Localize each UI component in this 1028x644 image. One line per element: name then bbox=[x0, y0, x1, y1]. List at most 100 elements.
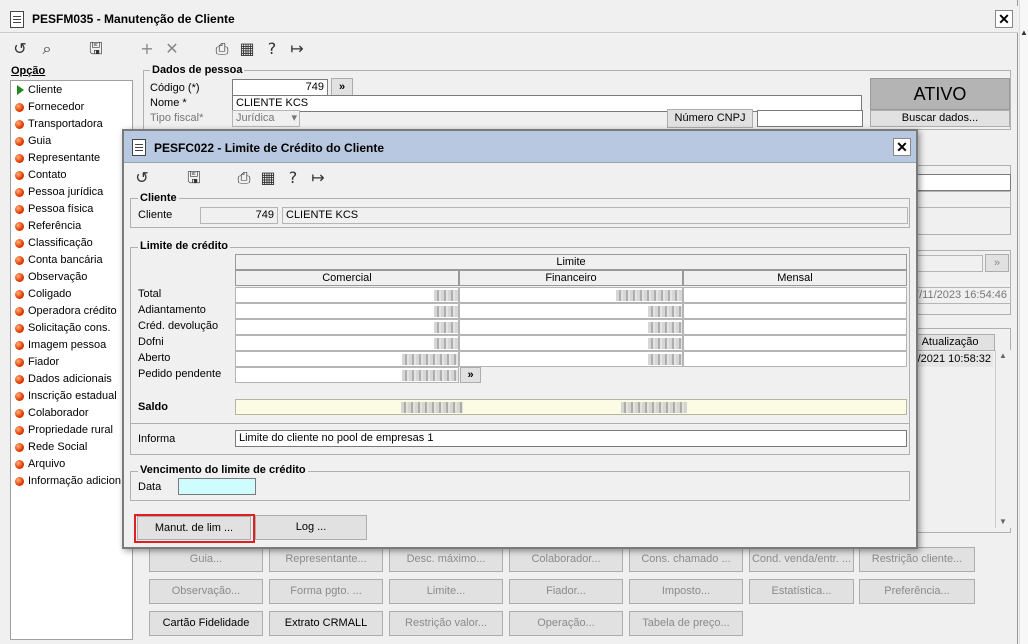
limit-cell bbox=[683, 303, 907, 319]
main-close-button[interactable]: ✕ bbox=[995, 10, 1013, 28]
bullet-icon bbox=[15, 290, 24, 299]
option-item[interactable]: Coligado bbox=[11, 286, 132, 303]
option-item[interactable]: Rede Social bbox=[11, 439, 132, 456]
codigo-lookup-button[interactable]: » bbox=[331, 78, 353, 96]
log-button[interactable]: Log ... bbox=[255, 515, 367, 540]
bottom-button[interactable]: Limite... bbox=[389, 579, 503, 604]
undo-icon[interactable]: ↺ bbox=[132, 168, 152, 188]
col-comercial-header: Comercial bbox=[235, 270, 459, 286]
codigo-label: Código (*) bbox=[150, 82, 200, 94]
bullet-icon bbox=[15, 205, 24, 214]
option-item[interactable]: Propriedade rural bbox=[11, 422, 132, 439]
limit-cell bbox=[459, 319, 683, 335]
bottom-button[interactable]: Preferência... bbox=[859, 579, 975, 604]
bottom-button[interactable]: Operação... bbox=[509, 611, 623, 636]
option-item[interactable]: Colaborador bbox=[11, 405, 132, 422]
bottom-button[interactable]: Imposto... bbox=[629, 579, 743, 604]
limite-header: Limite bbox=[235, 254, 907, 270]
option-item[interactable]: Transportadora bbox=[11, 116, 132, 133]
buscar-dados-button[interactable]: Buscar dados... bbox=[870, 110, 1010, 127]
option-label: Referência bbox=[28, 220, 82, 232]
help-icon[interactable]: ? bbox=[283, 168, 303, 188]
data-field[interactable] bbox=[178, 478, 256, 495]
option-label: Transportadora bbox=[28, 118, 103, 130]
option-label: Propriedade rural bbox=[28, 424, 113, 436]
print-icon[interactable]: ⎙ bbox=[212, 39, 232, 59]
dialog-close-button[interactable]: ✕ bbox=[893, 138, 911, 156]
option-item[interactable]: Pessoa física bbox=[11, 201, 132, 218]
option-item[interactable]: Guia bbox=[11, 133, 132, 150]
bottom-button[interactable]: Cond. venda/entr. ... bbox=[749, 547, 854, 572]
limit-cell bbox=[683, 287, 907, 303]
codigo-field[interactable]: 749 bbox=[232, 79, 328, 96]
window-scrollbar[interactable]: ▲ bbox=[1019, 0, 1028, 644]
option-label: Fornecedor bbox=[28, 101, 85, 113]
option-item[interactable]: Cliente bbox=[11, 82, 132, 99]
exit-icon[interactable]: ↦ bbox=[308, 168, 328, 188]
bottom-button[interactable]: Cartão Fidelidade bbox=[149, 611, 263, 636]
option-item[interactable]: Informação adicion bbox=[11, 473, 132, 490]
bottom-button[interactable]: Estatística... bbox=[749, 579, 854, 604]
bottom-button[interactable]: Observação... bbox=[149, 579, 263, 604]
manut-limite-button[interactable]: Manut. de lim ... bbox=[137, 516, 251, 540]
tipo-fiscal-select[interactable]: Jurídica ▾ bbox=[232, 110, 300, 127]
limit-cell bbox=[235, 367, 459, 383]
add-icon[interactable]: + bbox=[137, 39, 157, 59]
option-item[interactable]: Operadora crédito bbox=[11, 303, 132, 320]
print-icon[interactable]: ⎙ bbox=[234, 168, 254, 188]
bottom-button[interactable]: Restrição valor... bbox=[389, 611, 503, 636]
bottom-button[interactable]: Restrição cliente... bbox=[859, 547, 975, 572]
calendar-icon[interactable]: ▦ bbox=[237, 39, 257, 59]
option-item[interactable]: Fiador bbox=[11, 354, 132, 371]
document-icon bbox=[132, 139, 146, 156]
manut-limite-label: Manut. de lim ... bbox=[154, 522, 234, 534]
option-item[interactable]: Referência bbox=[11, 218, 132, 235]
option-item[interactable]: Inscrição estadual bbox=[11, 388, 132, 405]
option-item[interactable]: Representante bbox=[11, 150, 132, 167]
save-icon[interactable]: 🖫 bbox=[184, 168, 204, 188]
delete-icon[interactable]: ✕ bbox=[162, 39, 182, 59]
option-item[interactable]: Imagem pessoa bbox=[11, 337, 132, 354]
pedido-pendente-button[interactable]: » bbox=[460, 367, 481, 383]
option-item[interactable]: Arquivo bbox=[11, 456, 132, 473]
bottom-button[interactable]: Guia... bbox=[149, 547, 263, 572]
option-item[interactable]: Observação bbox=[11, 269, 132, 286]
col-financeiro-header: Financeiro bbox=[459, 270, 683, 286]
bottom-button[interactable]: Tabela de preço... bbox=[629, 611, 743, 636]
background-scrollbar[interactable]: ▲ ▼ bbox=[995, 350, 1011, 528]
help-icon[interactable]: ? bbox=[262, 39, 282, 59]
data-label: Data bbox=[138, 481, 162, 493]
bottom-button[interactable]: Forma pgto. ... bbox=[269, 579, 383, 604]
option-item[interactable]: Conta bancária bbox=[11, 252, 132, 269]
cnpj-field[interactable] bbox=[757, 110, 863, 127]
bottom-button[interactable]: Desc. máximo... bbox=[389, 547, 503, 572]
blurred-value bbox=[402, 354, 458, 365]
undo-icon[interactable]: ↺ bbox=[10, 39, 30, 59]
option-label: Guia bbox=[28, 135, 52, 147]
save-icon[interactable]: 🖫 bbox=[86, 39, 106, 59]
calendar-icon[interactable]: ▦ bbox=[258, 168, 278, 188]
bottom-button[interactable]: Fiador... bbox=[509, 579, 623, 604]
bottom-button[interactable]: Colaborador... bbox=[509, 547, 623, 572]
informa-field[interactable]: Limite do cliente no pool de empresas 1 bbox=[235, 430, 907, 447]
bottom-button[interactable]: Cons. chamado ... bbox=[629, 547, 743, 572]
limit-cell bbox=[235, 287, 459, 303]
date-cell-2: /2021 10:58:32 bbox=[905, 352, 993, 367]
option-item[interactable]: Solicitação cons. bbox=[11, 320, 132, 337]
option-label: Coligado bbox=[28, 288, 72, 300]
option-item[interactable]: Pessoa jurídica bbox=[11, 184, 132, 201]
option-item[interactable]: Dados adicionais bbox=[11, 371, 132, 388]
limit-row-label: Adiantamento bbox=[138, 304, 206, 316]
blurred-value bbox=[648, 338, 682, 349]
bullet-icon bbox=[15, 392, 24, 401]
exit-icon[interactable]: ↦ bbox=[287, 39, 307, 59]
atualizacao-button[interactable]: Atualização bbox=[905, 334, 995, 351]
numero-cnpj-button[interactable]: Número CNPJ bbox=[667, 109, 753, 128]
option-item[interactable]: Classificação bbox=[11, 235, 132, 252]
option-item[interactable]: Contato bbox=[11, 167, 132, 184]
search-icon[interactable]: ⌕ bbox=[37, 39, 57, 59]
background-field-b bbox=[905, 191, 1011, 208]
bottom-button[interactable]: Extrato CRMALL bbox=[269, 611, 383, 636]
bottom-button[interactable]: Representante... bbox=[269, 547, 383, 572]
option-item[interactable]: Fornecedor bbox=[11, 99, 132, 116]
